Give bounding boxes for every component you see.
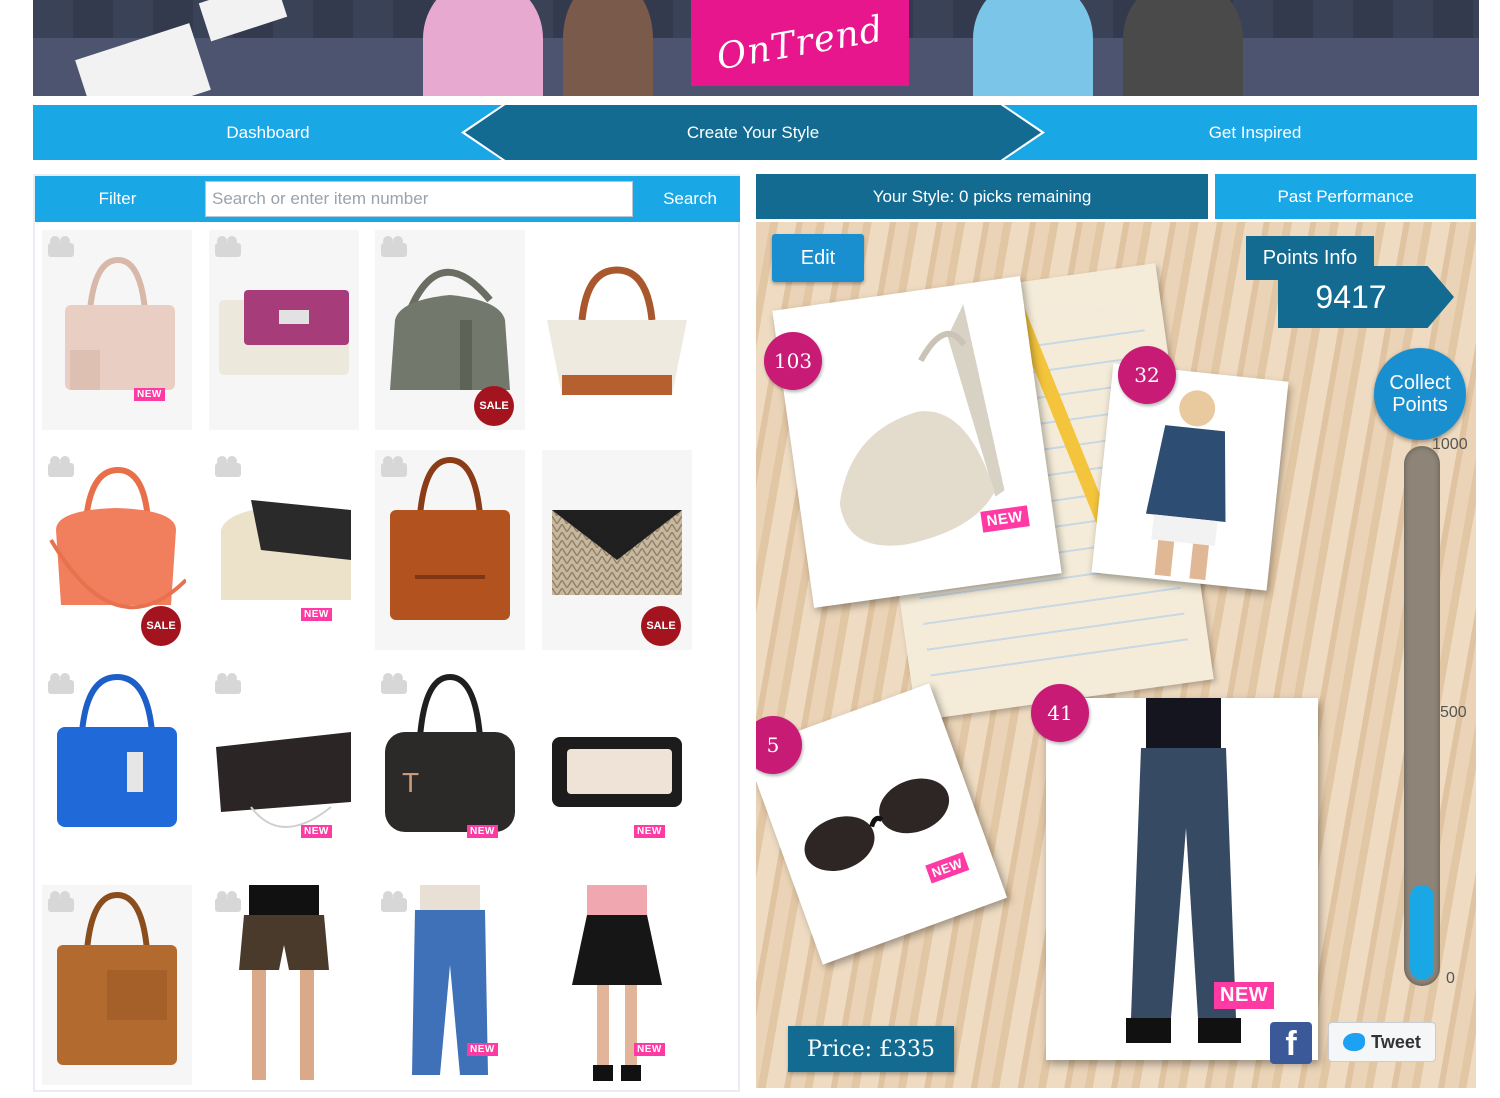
sale-badge: SALE — [474, 386, 514, 426]
new-badge: NEW — [1214, 982, 1275, 1009]
meter-tick-max: 1000 — [1432, 436, 1468, 453]
new-badge: NEW — [634, 825, 665, 838]
illustration-figure — [423, 0, 543, 96]
handbag-image — [390, 456, 510, 620]
twitter-bird-icon — [1343, 1033, 1366, 1051]
shorts-image — [239, 885, 329, 1080]
past-performance-tab[interactable]: Past Performance — [1215, 174, 1476, 219]
tweet-button-label: Tweet — [1371, 1031, 1421, 1052]
tab-create-your-style-label: Create Your Style — [686, 122, 820, 142]
search-input[interactable] — [205, 181, 633, 217]
product-item[interactable] — [42, 885, 192, 1085]
points-info[interactable]: 9417 Points Info — [1246, 236, 1456, 328]
shoe-image — [839, 304, 1005, 546]
past-performance-label: Past Performance — [1277, 186, 1414, 206]
handbag-image — [390, 269, 510, 390]
handbag-image — [547, 266, 687, 395]
filter-button-label: Filter — [98, 189, 137, 208]
tab-get-inspired[interactable]: Get Inspired — [1033, 105, 1477, 160]
purse-image — [552, 737, 682, 807]
brand-logo-text: OnTrend — [713, 8, 887, 78]
illustration-figure — [1123, 0, 1243, 96]
price-label: Price: £335 — [788, 1026, 954, 1072]
handbag-image — [65, 256, 175, 390]
video-camera-icon[interactable] — [215, 673, 245, 695]
handbag-image — [49, 466, 186, 610]
filter-button[interactable]: Filter — [35, 176, 200, 222]
points-meter — [1404, 446, 1440, 986]
pick-points-pin: 103 — [764, 332, 822, 390]
product-item[interactable]: NEW — [209, 450, 359, 650]
facebook-icon: f — [1285, 1025, 1297, 1063]
product-item[interactable]: T NEW — [375, 667, 525, 867]
svg-text:T: T — [402, 767, 419, 798]
style-pick-jeans[interactable]: NEW — [1046, 698, 1318, 1060]
product-item[interactable]: SALE — [542, 450, 692, 650]
product-item[interactable]: NEW — [542, 885, 692, 1085]
search-button[interactable]: Search — [640, 176, 740, 222]
your-style-header-label: Your Style: 0 picks remaining — [872, 186, 1092, 206]
new-badge: NEW — [634, 1043, 665, 1056]
handbag-image: T — [385, 673, 515, 832]
style-pick-denim-shirt[interactable] — [1091, 363, 1289, 591]
catalog-panel: Filter Search NEW — [33, 174, 740, 1092]
new-badge: NEW — [301, 825, 332, 838]
handbag-image — [57, 891, 177, 1065]
tweet-button[interactable]: Tweet — [1328, 1022, 1436, 1062]
denim-shirt-image — [1145, 390, 1226, 581]
video-camera-icon[interactable] — [215, 236, 245, 258]
pick-points-pin: 41 — [1031, 684, 1089, 742]
brand-logo[interactable]: OnTrend — [691, 0, 909, 86]
purse-image — [219, 290, 349, 375]
tab-dashboard[interactable]: Dashboard — [33, 105, 503, 160]
edit-button[interactable]: Edit — [772, 234, 864, 282]
handbag-image — [221, 500, 351, 600]
product-item[interactable]: NEW — [209, 667, 359, 867]
meter-tick-mid: 500 — [1440, 704, 1467, 721]
your-style-header: Your Style: 0 picks remaining — [756, 174, 1208, 219]
product-item[interactable] — [375, 450, 525, 650]
clutch-image — [216, 732, 351, 828]
illustration-figure — [973, 0, 1093, 96]
tab-get-inspired-label: Get Inspired — [1208, 122, 1302, 142]
product-item[interactable]: NEW — [542, 667, 692, 867]
collect-points-button[interactable]: Collect Points — [1374, 348, 1466, 440]
illustration-figure — [563, 0, 653, 96]
filter-bar: Filter Search — [35, 176, 740, 222]
clutch-image — [552, 510, 682, 595]
new-badge: NEW — [134, 388, 165, 401]
new-badge: NEW — [301, 608, 332, 621]
product-item[interactable]: SALE — [42, 450, 192, 650]
product-item[interactable]: SALE — [375, 230, 525, 430]
new-badge: NEW — [467, 1043, 498, 1056]
style-board: Edit NEW 103 32 NEW 5 NEW 41 9417 Points… — [756, 222, 1476, 1088]
facebook-share-button[interactable]: f — [1270, 1022, 1312, 1064]
points-meter-fill — [1410, 884, 1434, 980]
edit-button-label: Edit — [800, 246, 836, 269]
pick-points-pin: 32 — [1118, 346, 1176, 404]
tab-create-your-style[interactable]: Create Your Style — [461, 105, 1045, 160]
search-button-label: Search — [663, 189, 717, 208]
product-item[interactable] — [542, 230, 692, 430]
style-pick-shoe[interactable]: NEW — [772, 276, 1062, 608]
product-item[interactable] — [42, 667, 192, 867]
meter-tick-min: 0 — [1446, 970, 1455, 987]
product-item[interactable]: NEW — [375, 885, 525, 1085]
sale-badge: SALE — [141, 606, 181, 646]
new-badge: NEW — [467, 825, 498, 838]
app-root: OnTrend Dashboard Get Inspired Create Yo… — [0, 0, 1500, 1098]
product-item[interactable] — [209, 885, 359, 1085]
points-info-label: Points Info — [1246, 236, 1374, 280]
handbag-image — [57, 673, 177, 827]
main-nav: Dashboard Get Inspired Create Your Style — [33, 105, 1477, 160]
tab-dashboard-label: Dashboard — [226, 122, 310, 142]
product-item[interactable]: NEW — [42, 230, 192, 430]
product-item[interactable] — [209, 230, 359, 430]
header-banner: OnTrend — [33, 0, 1479, 96]
sale-badge: SALE — [641, 606, 681, 646]
new-badge: NEW — [925, 852, 970, 884]
